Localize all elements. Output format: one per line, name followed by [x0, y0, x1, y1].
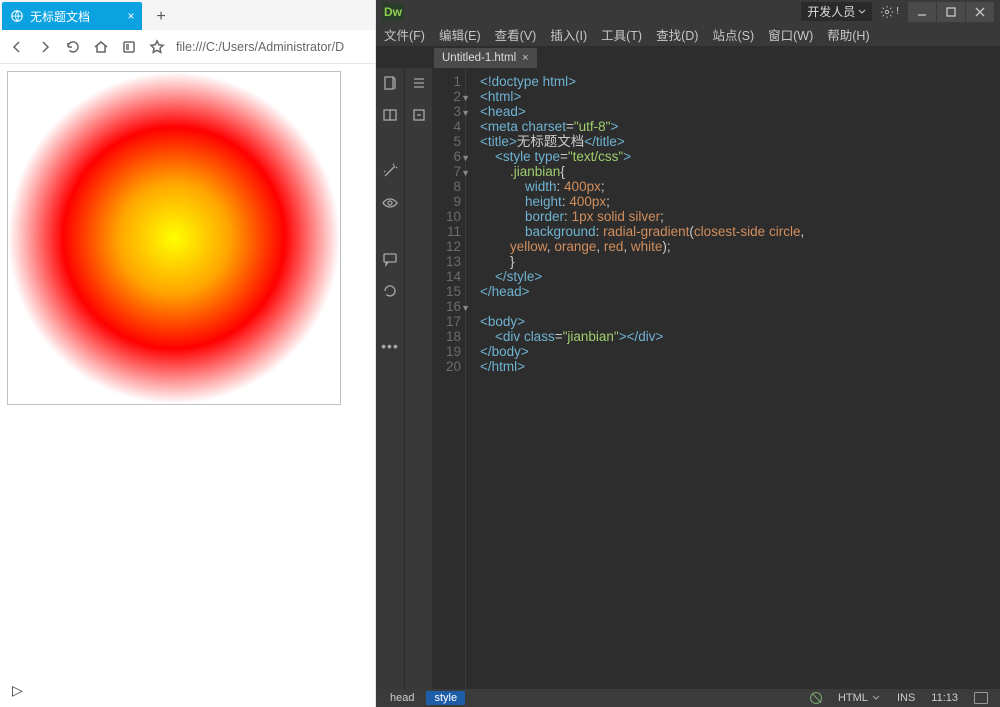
- workspace-label: 开发人员: [807, 3, 855, 20]
- status-ins[interactable]: INS: [891, 692, 921, 704]
- tab-close-icon[interactable]: ×: [124, 9, 138, 23]
- close-button[interactable]: [966, 2, 994, 22]
- more-tools-icon[interactable]: •••: [381, 338, 399, 354]
- code-editor[interactable]: 12▼3▼456▼7▼8910111213141516▼17181920 <!d…: [432, 68, 1000, 689]
- dw-titlebar: Dw 开发人员 !: [376, 0, 1000, 23]
- sync-settings-button[interactable]: !: [880, 5, 899, 19]
- menu-item[interactable]: 帮助(H): [827, 25, 869, 44]
- minimize-button[interactable]: [908, 2, 936, 22]
- browser-tab-title: 无标题文档: [30, 8, 90, 25]
- file-tab[interactable]: Untitled-1.html ×: [434, 48, 537, 68]
- url-text[interactable]: file:///C:/Users/Administrator/D: [176, 40, 344, 54]
- home-button[interactable]: [92, 38, 110, 56]
- refresh-icon[interactable]: [381, 282, 399, 300]
- menu-item[interactable]: 查找(D): [656, 25, 698, 44]
- status-bar: head style HTML INS 11:13: [376, 689, 1000, 707]
- browser-toolbar: file:///C:/Users/Administrator/D: [0, 30, 375, 64]
- dw-logo-icon: Dw: [382, 3, 404, 21]
- file-manage-icon[interactable]: [381, 74, 399, 92]
- reader-button[interactable]: [120, 38, 138, 56]
- code-content[interactable]: <!doctype html><html><head><meta charset…: [466, 68, 1000, 689]
- dreamweaver-window: Dw 开发人员 ! 文件(F) 编辑(E) 查看(V) 插入(I) 工具(T) 查找(D)…: [376, 0, 1000, 707]
- new-tab-button[interactable]: +: [148, 4, 174, 30]
- comment-icon[interactable]: [381, 250, 399, 268]
- menu-item[interactable]: 插入(I): [550, 25, 587, 44]
- list-icon[interactable]: [410, 74, 428, 92]
- reload-button[interactable]: [64, 38, 82, 56]
- crumb-style[interactable]: style: [426, 691, 465, 705]
- menu-item[interactable]: 窗口(W): [768, 25, 813, 44]
- crumb-head[interactable]: head: [382, 691, 422, 705]
- editor-area: ••• 12▼3▼456▼7▼8910111213141516▼17181920…: [376, 68, 1000, 689]
- browser-page: ▷: [0, 64, 375, 707]
- menu-item[interactable]: 工具(T): [601, 25, 642, 44]
- wand-icon[interactable]: [381, 162, 399, 180]
- maximize-button[interactable]: [937, 2, 965, 22]
- globe-icon: [10, 9, 24, 23]
- file-tab-label: Untitled-1.html: [442, 52, 516, 64]
- forward-button[interactable]: [36, 38, 54, 56]
- back-button[interactable]: [8, 38, 26, 56]
- status-errors-icon[interactable]: [804, 692, 828, 704]
- workspace-switcher[interactable]: 开发人员: [801, 2, 872, 21]
- gutter: 12▼3▼456▼7▼8910111213141516▼17181920: [432, 68, 466, 689]
- file-tab-close-icon[interactable]: ×: [522, 52, 528, 64]
- menu-item[interactable]: 查看(V): [495, 25, 537, 44]
- gradient-box: [7, 71, 341, 405]
- window-buttons: [907, 2, 994, 22]
- status-preview-icon[interactable]: [968, 692, 994, 704]
- split-icon[interactable]: [381, 106, 399, 124]
- browser-window: 无标题文档 × + file:///C:/Users/Administrator…: [0, 0, 376, 707]
- menu-item[interactable]: 站点(S): [712, 25, 754, 44]
- dev-cursor-icon: ▷: [12, 682, 23, 699]
- menubar: 文件(F) 编辑(E) 查看(V) 插入(I) 工具(T) 查找(D) 站点(S) 窗口(W)…: [376, 23, 1000, 46]
- left-tool-column: •••: [376, 68, 404, 689]
- star-icon[interactable]: [148, 38, 166, 56]
- left-tool-column-2: [404, 68, 432, 689]
- browser-tabbar: 无标题文档 × +: [0, 0, 375, 30]
- file-tabs: Untitled-1.html ×: [376, 46, 1000, 68]
- status-pos: 11:13: [925, 692, 964, 704]
- browser-tab[interactable]: 无标题文档 ×: [2, 2, 142, 30]
- status-lang[interactable]: HTML: [832, 692, 887, 704]
- wrap-icon[interactable]: [410, 106, 428, 124]
- menu-item[interactable]: 编辑(E): [439, 25, 481, 44]
- menu-item[interactable]: 文件(F): [384, 25, 425, 44]
- eye-icon[interactable]: [381, 194, 399, 212]
